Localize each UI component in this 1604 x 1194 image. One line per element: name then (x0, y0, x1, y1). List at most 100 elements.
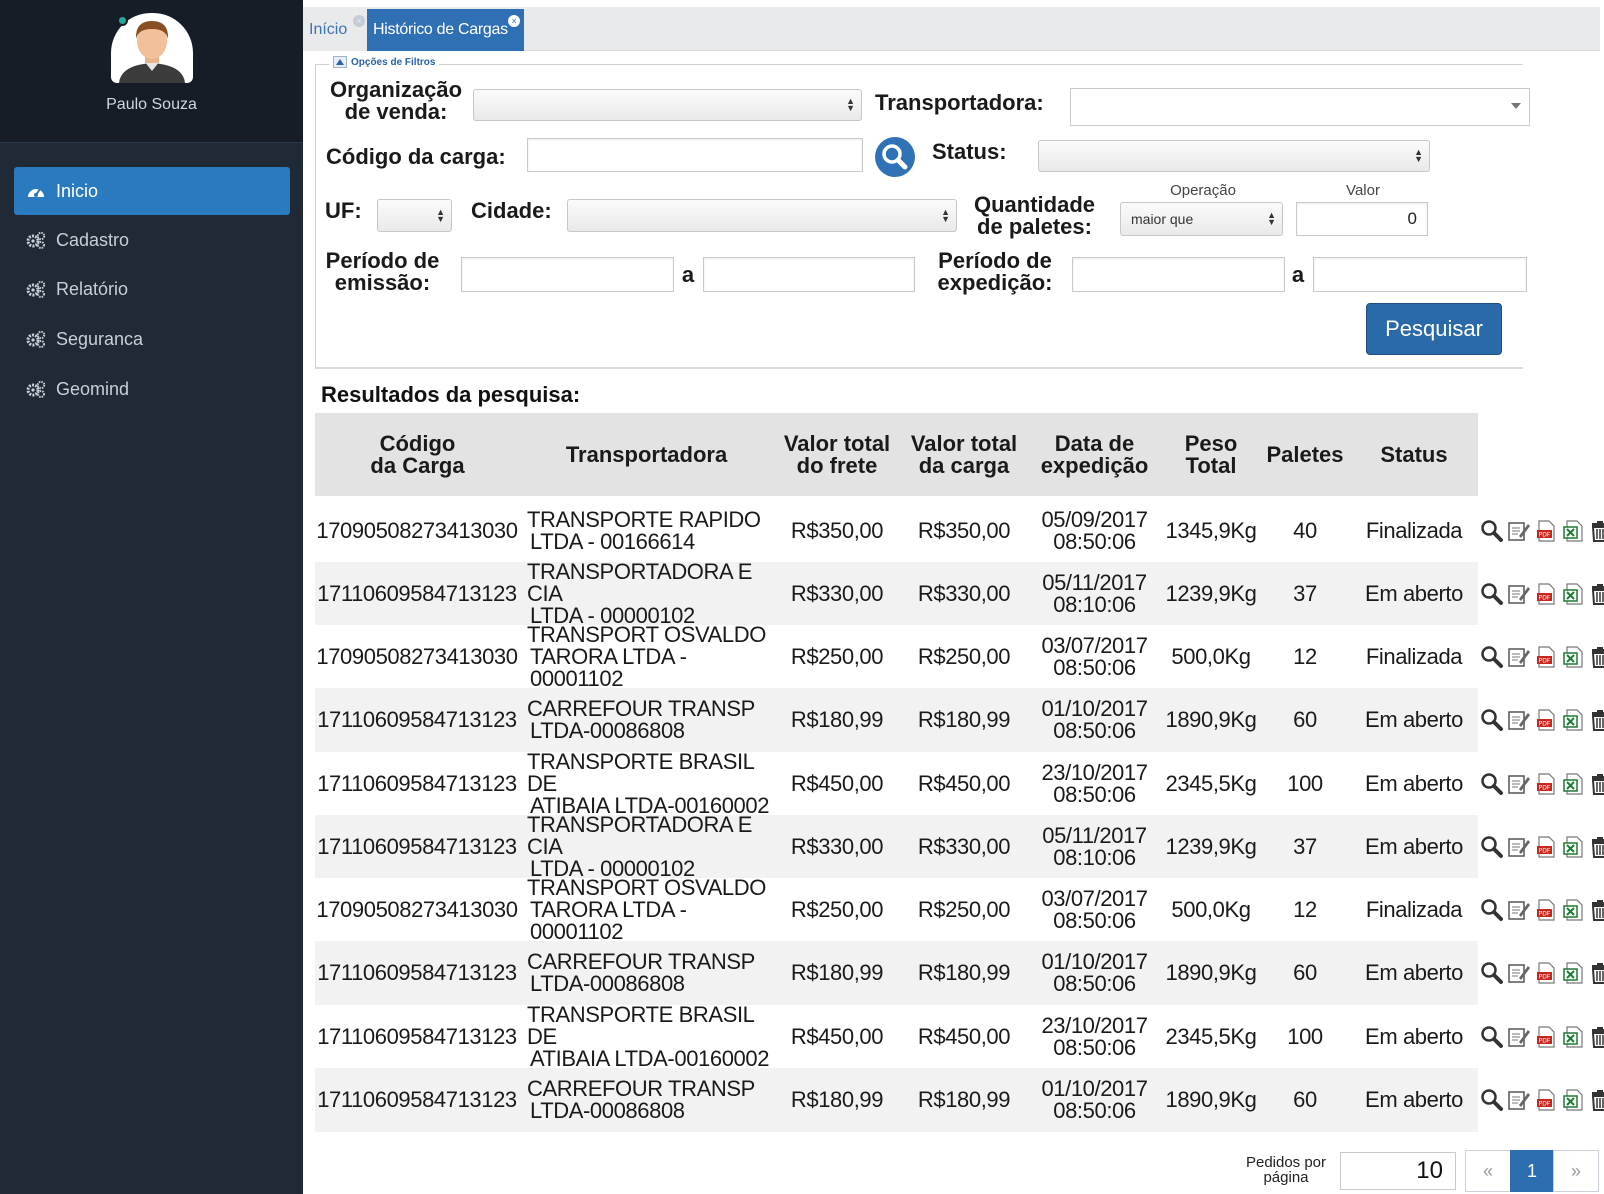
sidebar-item-seguranca[interactable]: Seguranca (14, 315, 290, 363)
close-icon[interactable]: × (353, 15, 365, 27)
tab-historico-de-cargas[interactable]: Histórico de Cargas × (367, 9, 524, 51)
magnifier-icon[interactable] (1480, 897, 1504, 923)
table-row[interactable]: 17110609584713123 TRANSPORTE BRASIL DE ATI… (315, 751, 1478, 817)
magnifier-icon[interactable] (1480, 581, 1504, 607)
pdf-icon[interactable]: PDF (1534, 897, 1558, 923)
table-row[interactable]: 17110609584713123 CARREFOUR TRANSP LTDA-00… (315, 688, 1478, 752)
codigo-carga-input[interactable] (527, 138, 863, 172)
search-button[interactable] (875, 137, 915, 177)
expedicao-inicio-input[interactable] (1072, 257, 1285, 292)
col-transportadora-header[interactable]: Transportadora (520, 413, 773, 496)
table-row[interactable]: 17110609584713123 CARREFOUR TRANSP LTDA-00… (315, 941, 1478, 1005)
col-peso-header[interactable]: Peso Total (1162, 413, 1260, 496)
edit-icon[interactable] (1507, 1024, 1531, 1050)
emissao-fim-input[interactable] (703, 257, 915, 292)
trash-icon[interactable] (1588, 834, 1604, 860)
magnifier-icon[interactable] (1480, 644, 1504, 670)
valor-input[interactable]: 0 (1296, 202, 1428, 236)
pdf-icon[interactable]: PDF (1534, 1024, 1558, 1050)
excel-icon[interactable] (1561, 581, 1585, 607)
edit-icon[interactable] (1507, 518, 1531, 544)
magnifier-icon[interactable] (1480, 1087, 1504, 1113)
cidade-select[interactable]: ▲ ▼ (567, 199, 957, 232)
pdf-icon[interactable]: PDF (1534, 834, 1558, 860)
edit-icon[interactable] (1507, 644, 1531, 670)
col-valor-carga-header[interactable]: Valor total da carga (901, 413, 1027, 496)
next-page-button[interactable]: » (1553, 1150, 1599, 1192)
pdf-icon[interactable]: PDF (1534, 581, 1558, 607)
col-status-header[interactable]: Status (1350, 413, 1478, 496)
excel-icon[interactable] (1561, 897, 1585, 923)
trash-icon[interactable] (1588, 960, 1604, 986)
status-select[interactable]: ▲ ▼ (1038, 140, 1430, 172)
magnifier-icon[interactable] (1480, 960, 1504, 986)
operacao-select[interactable]: maior que ▲ ▼ (1120, 202, 1283, 236)
table-row[interactable]: 17110609584713123 TRANSPORTADORA E CIA LTD… (315, 561, 1478, 627)
table-row[interactable]: 17090508273413030 TRANSPORT OSVALDO TARORA… (315, 624, 1478, 690)
table-row[interactable]: 17110609584713123 TRANSPORTE BRASIL DE ATI… (315, 1004, 1478, 1070)
table-row[interactable]: 17110609584713123 TRANSPORTADORA E CIA LTD… (315, 814, 1478, 880)
edit-icon[interactable] (1507, 707, 1531, 733)
sidebar-item-geomind[interactable]: Geomind (14, 365, 290, 413)
col-data-header[interactable]: Data de expedição (1027, 413, 1162, 496)
table-row[interactable]: 17110609584713123 CARREFOUR TRANSP LTDA-00… (315, 1068, 1478, 1132)
edit-icon[interactable] (1507, 897, 1531, 923)
trash-icon[interactable] (1588, 707, 1604, 733)
sidebar-item-cadastro[interactable]: Cadastro (14, 216, 290, 264)
excel-icon[interactable] (1561, 518, 1585, 544)
excel-icon[interactable] (1561, 1087, 1585, 1113)
tab-inicio[interactable]: Início × (303, 9, 367, 51)
excel-icon[interactable] (1561, 960, 1585, 986)
collapse-up-icon[interactable] (333, 56, 347, 68)
table-row[interactable]: 17090508273413030 TRANSPORT OSVALDO TARORA… (315, 877, 1478, 943)
close-icon[interactable]: × (508, 15, 520, 27)
emissao-inicio-input[interactable] (461, 257, 674, 292)
sidebar-item-relatorio[interactable]: Relatório (14, 265, 290, 313)
excel-icon[interactable] (1561, 707, 1585, 733)
col-paletes-header[interactable]: Paletes (1260, 413, 1350, 496)
pesquisar-button[interactable]: Pesquisar (1366, 303, 1502, 355)
uf-select[interactable]: ▲ ▼ (377, 199, 452, 232)
pdf-icon[interactable]: PDF (1534, 771, 1558, 797)
trash-icon[interactable] (1588, 518, 1604, 544)
edit-icon[interactable] (1507, 771, 1531, 797)
trash-icon[interactable] (1588, 581, 1604, 607)
trash-icon[interactable] (1588, 897, 1604, 923)
edit-icon[interactable] (1507, 1087, 1531, 1113)
trash-icon[interactable] (1588, 1024, 1604, 1050)
excel-icon[interactable] (1561, 644, 1585, 670)
pdf-icon[interactable]: PDF (1534, 707, 1558, 733)
pdf-icon[interactable]: PDF (1534, 960, 1558, 986)
magnifier-icon[interactable] (1480, 518, 1504, 544)
magnifier-icon[interactable] (1480, 834, 1504, 860)
magnifier-icon[interactable] (1480, 771, 1504, 797)
table-row[interactable]: 17090508273413030 TRANSPORTE RAPIDO LTDA -… (315, 499, 1478, 563)
pdf-icon[interactable]: PDF (1534, 644, 1558, 670)
select-arrows-icon: ▲ ▼ (1414, 147, 1423, 164)
excel-icon[interactable] (1561, 834, 1585, 860)
col-frete-header[interactable]: Valor total do frete (773, 413, 901, 496)
edit-icon[interactable] (1507, 581, 1531, 607)
trash-icon[interactable] (1588, 644, 1604, 670)
filters-legend[interactable]: Opções de Filtros (329, 56, 440, 68)
magnifier-icon[interactable] (1480, 1024, 1504, 1050)
cell-data-expedicao: 23/10/2017 08:50:06 (1041, 760, 1148, 807)
org-venda-select[interactable]: ▲ ▼ (473, 89, 862, 121)
expedicao-fim-input[interactable] (1313, 257, 1527, 292)
edit-icon[interactable] (1507, 834, 1531, 860)
pdf-icon[interactable]: PDF (1534, 518, 1558, 544)
trash-icon[interactable] (1588, 771, 1604, 797)
sidebar-item-inicio[interactable]: Inicio (14, 167, 290, 215)
prev-page-button[interactable]: « (1465, 1150, 1511, 1192)
transportadora-combobox[interactable] (1070, 88, 1530, 126)
pdf-icon[interactable]: PDF (1534, 1087, 1558, 1113)
trash-icon[interactable] (1588, 1087, 1604, 1113)
edit-icon[interactable] (1507, 960, 1531, 986)
col-codigo-header[interactable]: Código da Carga (315, 413, 520, 496)
per-page-input[interactable]: 10 (1340, 1152, 1456, 1190)
excel-icon[interactable] (1561, 1024, 1585, 1050)
excel-icon[interactable] (1561, 771, 1585, 797)
magnifier-icon[interactable] (1480, 707, 1504, 733)
cell-valor-carga: R$250,00 (917, 897, 1011, 922)
page-1-button[interactable]: 1 (1510, 1150, 1554, 1192)
